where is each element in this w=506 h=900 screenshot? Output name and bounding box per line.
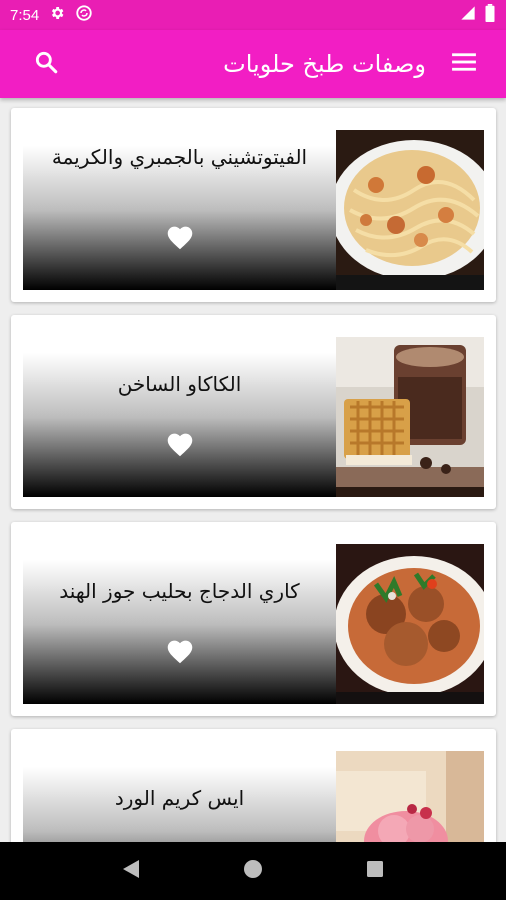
back-icon [121, 858, 141, 884]
recipe-card-text-panel: كاري الدجاج بحليب جوز الهند [23, 544, 336, 704]
recipe-card[interactable]: الفيتوتشيني بالجمبري والكريمة [11, 108, 496, 302]
heart-icon[interactable] [165, 223, 195, 254]
search-button[interactable] [26, 44, 66, 84]
home-icon [243, 859, 263, 883]
signal-icon [460, 5, 476, 25]
recipe-image [336, 337, 484, 497]
recipe-card-text-panel: ايس كريم الورد [23, 751, 336, 842]
search-icon [33, 49, 59, 79]
heart-icon[interactable] [165, 637, 195, 668]
menu-icon [451, 51, 477, 77]
recipe-title: الكاكاو الساخن [117, 372, 242, 396]
recipe-card-text-panel: الفيتوتشيني بالجمبري والكريمة [23, 130, 336, 290]
page-title: وصفات طبخ حلويات [223, 50, 426, 78]
status-bar: 7:54 [0, 0, 506, 30]
back-button[interactable] [106, 846, 156, 896]
sync-icon [75, 4, 93, 26]
settings-icon [49, 5, 65, 25]
heart-icon[interactable] [165, 430, 195, 461]
recipe-list: الفيتوتشيني بالجمبري والكريمة الكاكاو ال… [0, 98, 506, 842]
recipe-card-text-panel: الكاكاو الساخن [23, 337, 336, 497]
recipe-card[interactable]: ايس كريم الورد [11, 729, 496, 842]
recipe-title: كاري الدجاج بحليب جوز الهند [59, 579, 300, 603]
battery-icon [484, 4, 496, 26]
recents-icon [366, 860, 384, 882]
recipe-image [336, 751, 484, 842]
recipe-card[interactable]: كاري الدجاج بحليب جوز الهند [11, 522, 496, 716]
menu-button[interactable] [444, 44, 484, 84]
recipe-card[interactable]: الكاكاو الساخن [11, 315, 496, 509]
recents-button[interactable] [350, 846, 400, 896]
home-button[interactable] [228, 846, 278, 896]
status-time: 7:54 [10, 6, 40, 24]
recipe-title: الفيتوتشيني بالجمبري والكريمة [51, 145, 308, 169]
recipe-image [336, 544, 484, 704]
recipe-title: ايس كريم الورد [114, 786, 245, 810]
system-nav-bar [0, 842, 506, 900]
app-bar: وصفات طبخ حلويات [0, 30, 506, 98]
recipe-image [336, 130, 484, 290]
